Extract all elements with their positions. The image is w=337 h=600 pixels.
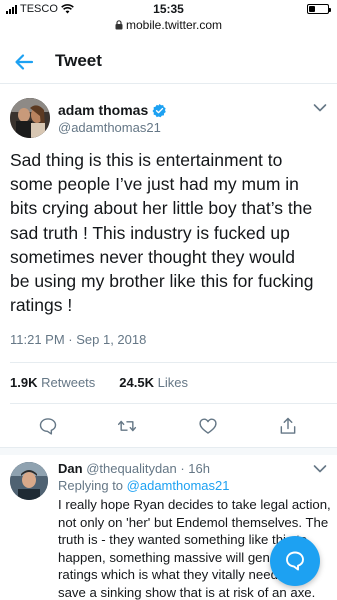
address-bar[interactable]: mobile.twitter.com xyxy=(0,18,337,36)
avatar[interactable] xyxy=(10,462,48,500)
reply-time[interactable]: · 16h xyxy=(180,461,210,476)
verified-badge-icon xyxy=(152,103,166,117)
status-bar: TESCO 15:35 xyxy=(0,0,337,18)
share-icon[interactable] xyxy=(278,416,298,436)
compose-button[interactable] xyxy=(270,536,320,586)
retweets-label: Retweets xyxy=(41,375,96,390)
tweet-text: Sad thing is this is entertainment to so… xyxy=(10,150,314,316)
battery-level xyxy=(309,6,316,12)
arrow-left-icon[interactable] xyxy=(12,50,36,74)
reply-header: Dan @thequalitydan · 16h xyxy=(58,461,210,476)
author-handle[interactable]: @adamthomas21 xyxy=(58,120,161,135)
retweets-count: 1.9K xyxy=(10,375,38,390)
chevron-down-icon[interactable] xyxy=(313,103,327,113)
page-title: Tweet xyxy=(55,51,102,70)
heart-icon[interactable] xyxy=(198,416,218,436)
author-name-row: adam thomas xyxy=(58,102,167,118)
divider xyxy=(10,362,337,363)
likes-label: Likes xyxy=(157,375,188,390)
tweet-timestamp[interactable]: 11:21 PM · Sep 1, 2018 xyxy=(10,332,146,347)
retweets-stat[interactable]: 1.9K Retweets xyxy=(10,375,95,390)
author-name[interactable]: adam thomas xyxy=(58,102,148,118)
tweet-stats: 1.9K Retweets 24.5K Likes xyxy=(10,375,188,390)
comment-icon[interactable] xyxy=(38,416,58,436)
clock: 15:35 xyxy=(153,2,184,16)
replying-prefix: Replying to xyxy=(58,478,124,493)
speech-bubble-icon xyxy=(286,551,304,571)
retweet-icon[interactable] xyxy=(117,416,137,436)
divider xyxy=(10,403,337,404)
replying-to: Replying to @adamthomas21 xyxy=(58,478,229,493)
reply-author-handle[interactable]: @thequalitydan xyxy=(86,461,177,476)
section-divider xyxy=(0,447,337,455)
chevron-down-icon[interactable] xyxy=(313,464,327,474)
url-text: mobile.twitter.com xyxy=(125,18,223,32)
profile-photo xyxy=(10,462,48,500)
avatar[interactable] xyxy=(10,98,50,138)
page-header: Tweet xyxy=(0,40,337,84)
lock-icon xyxy=(115,20,123,30)
reply-author-name[interactable]: Dan xyxy=(58,461,83,476)
tweet-actions xyxy=(0,413,337,439)
likes-stat[interactable]: 24.5K Likes xyxy=(119,375,188,390)
battery-icon xyxy=(307,4,331,14)
likes-count: 24.5K xyxy=(119,375,154,390)
mention-link[interactable]: @adamthomas21 xyxy=(127,478,230,493)
profile-photo xyxy=(10,98,50,138)
